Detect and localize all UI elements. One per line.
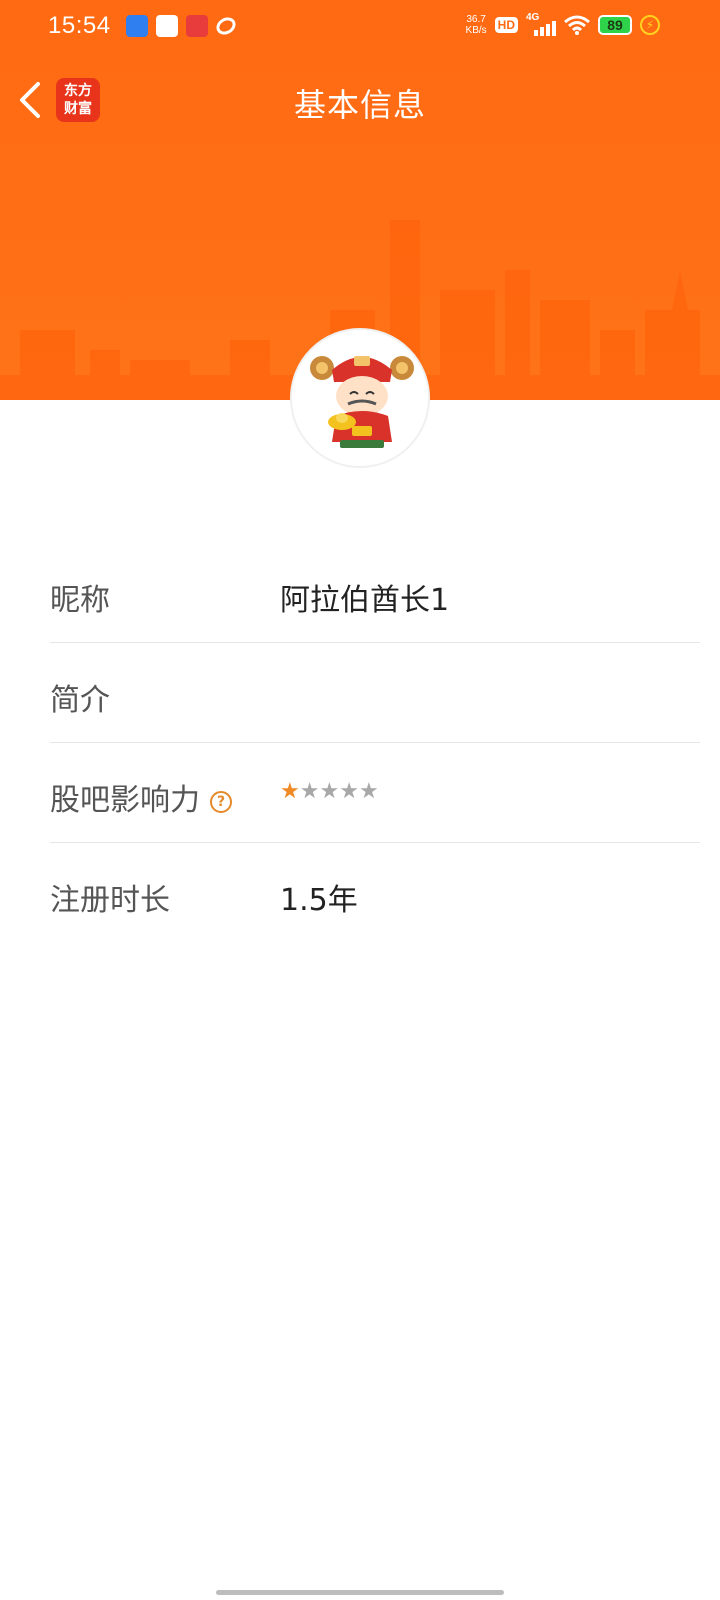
profile-info-list: 昵称 阿拉伯酋长1 简介 股吧影响力? ★★★★★ 注册时长 1.5年 [50,543,700,943]
star-icon: ★ [299,779,320,804]
navigation-bar: 东方 财富 基本信息 [0,70,720,130]
notification-icons [126,14,239,38]
registration-duration-value: 1.5年 [280,883,358,918]
star-icon: ★ [358,779,379,804]
baidu-app-notification-icon [156,15,178,37]
status-time: 15:54 [48,12,111,39]
star-icon: ★ [339,779,359,804]
mail-app-notification-icon [126,15,148,37]
wifi-icon [564,15,590,35]
avatar[interactable] [290,328,430,468]
battery-icon: 89 [598,15,632,35]
influence-row: 股吧影响力? ★★★★★ [50,743,700,843]
network-speed: 36.7 KB/s [466,14,487,36]
cellular-type-label: 4G [526,12,540,23]
help-question-icon[interactable]: ? [210,791,232,813]
page-title: 基本信息 [293,86,426,124]
network-speed-value: 36.7 [466,14,486,25]
nickname-value: 阿拉伯酋长1 [280,583,450,618]
system-status-icons: 36.7 KB/s HD 4G 89 ⚡ [466,12,660,36]
nickname-row[interactable]: 昵称 阿拉伯酋长1 [50,543,700,643]
influence-star-rating: ★★★★★ [280,779,379,804]
cellular-signal-icon: 4G [526,12,556,36]
registration-duration-label: 注册时长 [50,883,170,918]
nickname-label: 昵称 [50,583,110,618]
influence-label-group: 股吧影响力? [50,775,232,819]
status-bar: 15:54 36.7 KB/s HD 4G 89 ⚡ [0,0,720,58]
influence-label: 股吧影响力 [50,783,200,818]
registration-duration-row: 注册时长 1.5年 [50,843,700,943]
bio-label: 简介 [50,683,110,718]
star-icon: ★ [319,779,340,804]
screen: 15:54 36.7 KB/s HD 4G 89 ⚡ 东方 财富 基本信息 昵称… [0,0,720,1600]
star-icon: ★ [280,779,300,804]
sync-app-notification-icon [213,14,239,38]
god-of-wealth-avatar-illustration [310,356,414,448]
charging-icon: ⚡ [640,15,660,35]
network-speed-unit: KB/s [465,25,487,36]
news-app-notification-icon [186,15,208,37]
home-indicator[interactable] [216,1590,504,1595]
bio-row[interactable]: 简介 [50,643,700,743]
hd-voice-icon: HD [494,17,518,33]
